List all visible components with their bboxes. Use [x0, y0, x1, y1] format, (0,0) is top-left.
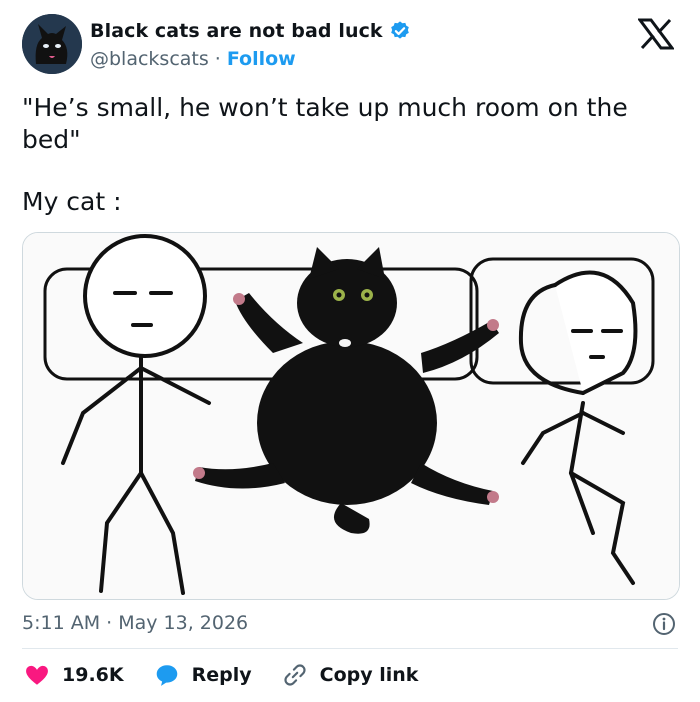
like-count: 19.6K: [62, 664, 124, 686]
reply-label: Reply: [191, 664, 252, 686]
copy-link-label: Copy link: [319, 664, 419, 686]
author-name[interactable]: Black cats are not bad luck: [90, 20, 383, 42]
divider: [22, 648, 678, 649]
copy-link-button[interactable]: Copy link: [282, 662, 419, 688]
reply-bubble-icon: [156, 665, 177, 686]
reply-button[interactable]: Reply: [154, 662, 252, 688]
separator-dot: ·: [214, 48, 221, 70]
verified-badge-icon: [390, 21, 409, 39]
heart-icon: [26, 665, 48, 685]
avatar[interactable]: [22, 14, 82, 74]
link-icon: [284, 664, 306, 686]
tweet-text-quote: "He’s small, he won’t take up much room …: [22, 93, 628, 154]
x-logo-icon[interactable]: [638, 18, 674, 50]
follow-button[interactable]: Follow: [227, 48, 296, 70]
tweet-text: "He’s small, he won’t take up much room …: [22, 92, 672, 218]
tweet-timestamp[interactable]: 5:11 AM · May 13, 2026: [22, 612, 248, 634]
action-bar: 19.6K Reply Copy link: [24, 662, 448, 688]
tweet-media-image[interactable]: [22, 232, 680, 600]
info-icon[interactable]: [652, 612, 676, 636]
like-button[interactable]: 19.6K: [24, 662, 124, 688]
author-handle[interactable]: @blackscats: [90, 48, 209, 70]
stick-figures-cat-illustration: [23, 233, 679, 599]
tweet-text-caption: My cat :: [22, 187, 122, 216]
avatar-cat-image: [22, 14, 82, 74]
